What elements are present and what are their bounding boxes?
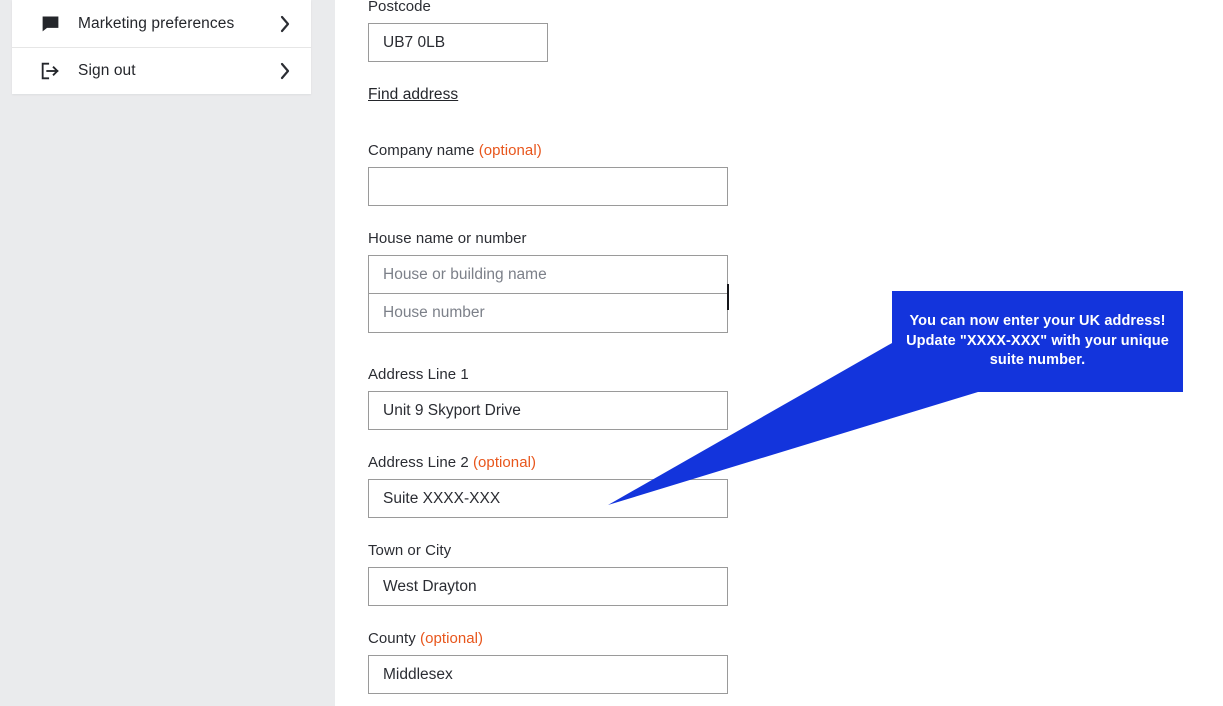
county-optional-tag: (optional): [420, 630, 484, 647]
postcode-label: Postcode: [368, 0, 431, 15]
left-sidebar-column: Marketing preferences Sign out: [0, 0, 335, 706]
account-menu-card: Marketing preferences Sign out: [12, 0, 311, 94]
county-label-text: County: [368, 630, 416, 647]
field-group-house: House name or number: [368, 230, 729, 333]
text-caret: [727, 284, 729, 310]
callout-tooltip[interactable]: You can now enter your UK address! Updat…: [892, 291, 1183, 392]
house-label: House name or number: [368, 230, 527, 247]
message-square-icon: [38, 12, 62, 36]
county-input[interactable]: [368, 655, 728, 694]
house-number-input[interactable]: [368, 294, 728, 333]
field-group-county: County (optional): [368, 630, 728, 694]
company-name-label-text: Company name: [368, 142, 475, 159]
postcode-input[interactable]: [368, 23, 548, 62]
sidebar-item-sign-out[interactable]: Sign out: [12, 47, 311, 94]
address-line-2-label-text: Address Line 2: [368, 454, 469, 471]
address-line-2-label: Address Line 2 (optional): [368, 454, 728, 471]
sidebar-item-label: Sign out: [78, 62, 136, 79]
town-or-city-input[interactable]: [368, 567, 728, 606]
find-address-link[interactable]: Find address: [368, 86, 458, 104]
company-name-label: Company name (optional): [368, 142, 728, 159]
address-line-1-label: Address Line 1: [368, 366, 469, 383]
address-line-2-optional-tag: (optional): [472, 454, 537, 471]
callout-tooltip-text: You can now enter your UK address! Updat…: [906, 313, 1169, 369]
chevron-right-icon: [280, 62, 291, 80]
company-name-optional-tag: (optional): [478, 142, 542, 159]
town-or-city-label: Town or City: [368, 542, 452, 559]
field-group-postcode: Postcode: [368, 0, 548, 62]
house-name-input[interactable]: [368, 255, 728, 294]
sidebar-item-label: Marketing preferences: [78, 14, 235, 32]
field-group-company-name: Company name (optional): [368, 142, 728, 206]
company-name-input[interactable]: [368, 167, 728, 206]
field-group-address-line-1: Address Line 1: [368, 366, 728, 430]
field-group-town-or-city: Town or City: [368, 542, 728, 606]
county-label: County (optional): [368, 630, 728, 647]
field-group-address-line-2: Address Line 2 (optional): [368, 454, 728, 518]
address-line-1-input[interactable]: [368, 391, 728, 430]
chevron-right-icon: [280, 15, 291, 33]
sign-out-icon: [38, 59, 62, 83]
address-line-2-input[interactable]: [368, 479, 728, 518]
sidebar-item-marketing-preferences[interactable]: Marketing preferences: [12, 0, 311, 47]
